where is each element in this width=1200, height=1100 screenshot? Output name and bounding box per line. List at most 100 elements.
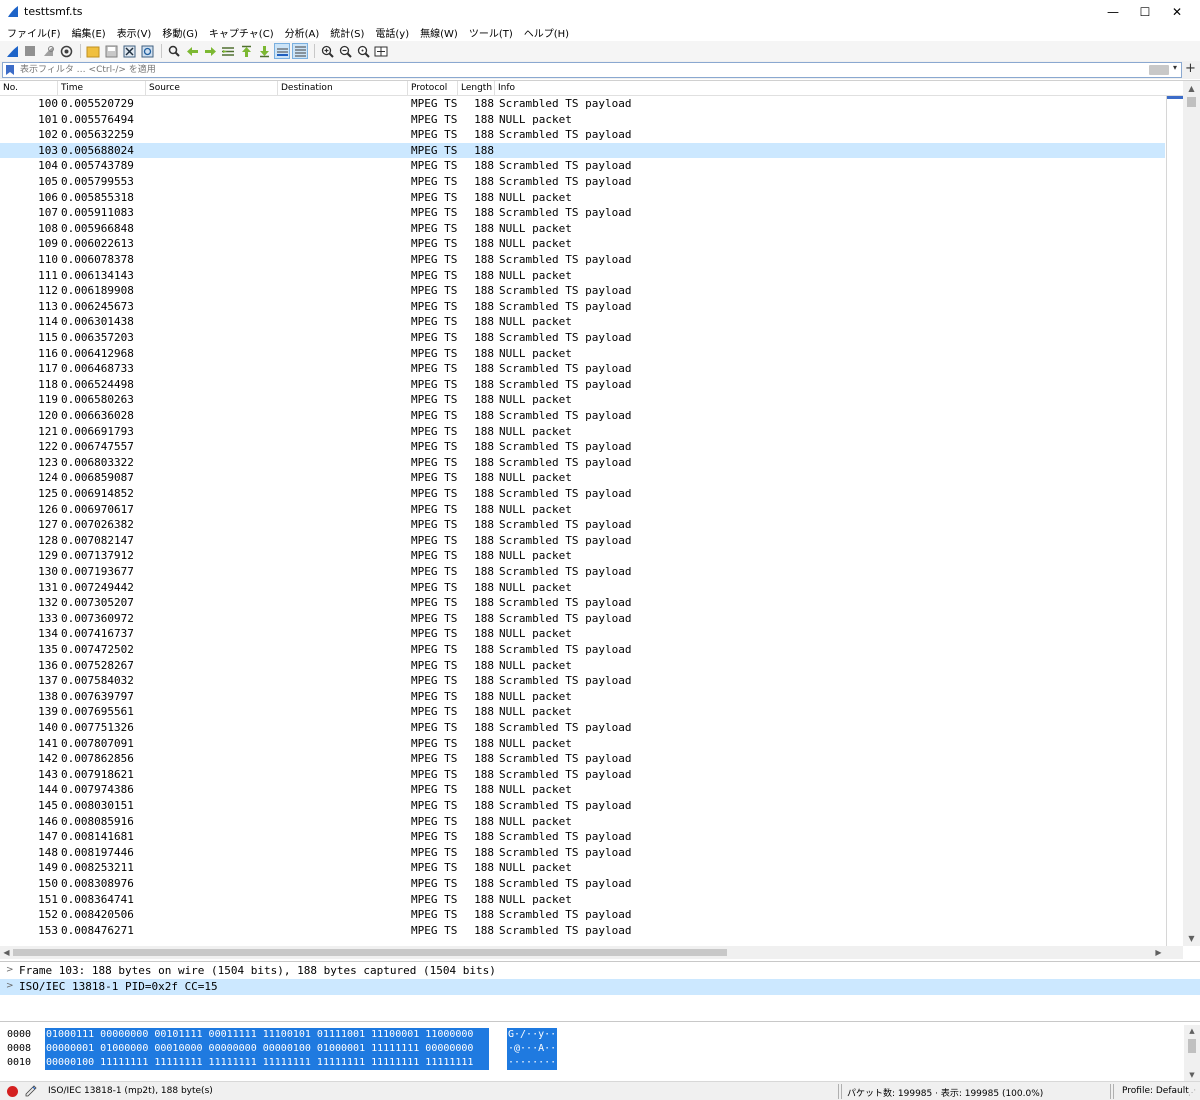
bytes-bits[interactable]: 00000001 01000000 00010000 00000000 0000… bbox=[45, 1042, 489, 1056]
packet-row[interactable]: 105 0.005799553 MPEG TS 188 Scrambled TS pay… bbox=[0, 174, 1165, 190]
status-profile[interactable]: Profile: Default bbox=[1122, 1086, 1189, 1096]
auto-scroll-icon[interactable] bbox=[274, 43, 290, 59]
packet-row[interactable]: 104 0.005743789 MPEG TS 188 Scrambled TS pay… bbox=[0, 158, 1165, 174]
last-packet-icon[interactable] bbox=[256, 43, 272, 59]
packet-row[interactable]: 153 0.008476271 MPEG TS 188 Scrambled TS pay… bbox=[0, 923, 1165, 939]
display-filter-input[interactable] bbox=[20, 64, 1140, 76]
horizontal-scroll-thumb[interactable] bbox=[13, 949, 727, 956]
scroll-down-icon[interactable]: ▼ bbox=[1183, 931, 1200, 946]
scroll-left-icon[interactable]: ◀ bbox=[0, 946, 13, 959]
menu-edit[interactable]: 編集(E) bbox=[68, 25, 110, 40]
packet-row[interactable]: 120 0.006636028 MPEG TS 188 Scrambled TS pay… bbox=[0, 408, 1165, 424]
first-packet-icon[interactable] bbox=[238, 43, 254, 59]
packet-row[interactable]: 145 0.008030151 MPEG TS 188 Scrambled TS pay… bbox=[0, 798, 1165, 814]
packet-row[interactable]: 113 0.006245673 MPEG TS 188 Scrambled TS pay… bbox=[0, 299, 1165, 315]
packet-row[interactable]: 149 0.008253211 MPEG TS 188 NULL packet bbox=[0, 860, 1165, 876]
packet-row[interactable]: 115 0.006357203 MPEG TS 188 Scrambled TS pay… bbox=[0, 330, 1165, 346]
packet-row[interactable]: 103 0.005688024 MPEG TS 188 bbox=[0, 142, 1165, 159]
zoom-in-icon[interactable] bbox=[319, 43, 335, 59]
detail-row-frame[interactable]: > Frame 103: 188 bytes on wire (1504 bit… bbox=[0, 963, 1200, 979]
packet-row[interactable]: 131 0.007249442 MPEG TS 188 NULL packet bbox=[0, 580, 1165, 596]
packet-row[interactable]: 100 0.005520729 MPEG TS 188 Scrambled TS pay… bbox=[0, 96, 1165, 112]
bytes-bits[interactable]: 01000111 00000000 00101111 00011111 1110… bbox=[45, 1028, 489, 1042]
bytes-vertical-scrollbar[interactable]: ▲ ▼ bbox=[1184, 1025, 1200, 1081]
bytes-row[interactable]: 0010 00000100 11111111 11111111 11111111… bbox=[0, 1056, 1184, 1070]
menu-statistics[interactable]: 統計(S) bbox=[326, 25, 368, 40]
capture-status-icon[interactable] bbox=[7, 1086, 18, 1097]
find-icon[interactable] bbox=[166, 43, 182, 59]
packet-row[interactable]: 126 0.006970617 MPEG TS 188 NULL packet bbox=[0, 502, 1165, 518]
scroll-down-icon[interactable]: ▼ bbox=[1184, 1069, 1200, 1081]
packet-row[interactable]: 121 0.006691793 MPEG TS 188 NULL packet bbox=[0, 424, 1165, 440]
detail-row-mpeg-ts[interactable]: > ISO/IEC 13818-1 PID=0x2f CC=15 bbox=[0, 979, 1200, 995]
vertical-scroll-thumb[interactable] bbox=[1187, 97, 1196, 107]
packet-row[interactable]: 138 0.007639797 MPEG TS 188 NULL packet bbox=[0, 689, 1165, 705]
packet-row[interactable]: 102 0.005632259 MPEG TS 188 Scrambled TS pay… bbox=[0, 127, 1165, 143]
menu-go[interactable]: 移動(G) bbox=[158, 25, 202, 40]
open-folder-icon[interactable] bbox=[85, 43, 101, 59]
zoom-out-icon[interactable] bbox=[337, 43, 353, 59]
column-header-source[interactable]: Source bbox=[146, 81, 278, 96]
shark-fin-start-icon[interactable] bbox=[4, 43, 20, 59]
menu-file[interactable]: ファイル(F) bbox=[3, 25, 65, 40]
menu-view[interactable]: 表示(V) bbox=[113, 25, 156, 40]
packet-row[interactable]: 101 0.005576494 MPEG TS 188 NULL packet bbox=[0, 112, 1165, 128]
packet-minimap[interactable] bbox=[1166, 96, 1184, 946]
packet-row[interactable]: 135 0.007472502 MPEG TS 188 Scrambled TS pay… bbox=[0, 642, 1165, 658]
packet-row[interactable]: 119 0.006580263 MPEG TS 188 NULL packet bbox=[0, 392, 1165, 408]
menu-tools[interactable]: ツール(T) bbox=[465, 25, 517, 40]
packet-row[interactable]: 111 0.006134143 MPEG TS 188 NULL packet bbox=[0, 268, 1165, 284]
packet-row[interactable]: 130 0.007193677 MPEG TS 188 Scrambled TS pay… bbox=[0, 564, 1165, 580]
bytes-bits[interactable]: 00000100 11111111 11111111 11111111 1111… bbox=[45, 1056, 489, 1070]
close-button[interactable]: ✕ bbox=[1154, 0, 1200, 24]
column-header-destination[interactable]: Destination bbox=[278, 81, 408, 96]
expand-chevron-icon[interactable]: > bbox=[6, 979, 14, 995]
column-header-time[interactable]: Time bbox=[58, 81, 146, 96]
packet-row[interactable]: 122 0.006747557 MPEG TS 188 Scrambled TS pay… bbox=[0, 439, 1165, 455]
packet-row[interactable]: 137 0.007584032 MPEG TS 188 Scrambled TS pay… bbox=[0, 673, 1165, 689]
packet-row[interactable]: 125 0.006914852 MPEG TS 188 Scrambled TS pay… bbox=[0, 486, 1165, 502]
back-arrow-icon[interactable] bbox=[184, 43, 200, 59]
packet-row[interactable]: 146 0.008085916 MPEG TS 188 NULL packet bbox=[0, 814, 1165, 830]
packet-row[interactable]: 107 0.005911083 MPEG TS 188 Scrambled TS pay… bbox=[0, 205, 1165, 221]
bytes-row[interactable]: 0000 01000111 00000000 00101111 00011111… bbox=[0, 1028, 1184, 1042]
packet-row[interactable]: 143 0.007918621 MPEG TS 188 Scrambled TS pay… bbox=[0, 767, 1165, 783]
bytes-row[interactable]: 0008 00000001 01000000 00010000 00000000… bbox=[0, 1042, 1184, 1056]
packet-row[interactable]: 140 0.007751326 MPEG TS 188 Scrambled TS pay… bbox=[0, 720, 1165, 736]
packet-row[interactable]: 123 0.006803322 MPEG TS 188 Scrambled TS pay… bbox=[0, 455, 1165, 471]
menu-wireless[interactable]: 無線(W) bbox=[416, 25, 462, 40]
apply-filter-arrow-icon[interactable] bbox=[1149, 65, 1169, 75]
packet-row[interactable]: 139 0.007695561 MPEG TS 188 NULL packet bbox=[0, 704, 1165, 720]
reload-icon[interactable] bbox=[139, 43, 155, 59]
packet-row[interactable]: 109 0.006022613 MPEG TS 188 NULL packet bbox=[0, 236, 1165, 252]
zoom-normal-icon[interactable] bbox=[355, 43, 371, 59]
menu-help[interactable]: ヘルプ(H) bbox=[520, 25, 573, 40]
column-header-no[interactable]: No. bbox=[0, 81, 58, 96]
packet-list-horizontal-scrollbar[interactable]: ◀ ▶ bbox=[0, 946, 1183, 959]
packet-row[interactable]: 124 0.006859087 MPEG TS 188 NULL packet bbox=[0, 470, 1165, 486]
packet-row[interactable]: 147 0.008141681 MPEG TS 188 Scrambled TS pay… bbox=[0, 829, 1165, 845]
go-to-packet-icon[interactable] bbox=[220, 43, 236, 59]
column-header-protocol[interactable]: Protocol bbox=[408, 81, 458, 96]
packet-row[interactable]: 116 0.006412968 MPEG TS 188 NULL packet bbox=[0, 346, 1165, 362]
packet-row[interactable]: 108 0.005966848 MPEG TS 188 NULL packet bbox=[0, 221, 1165, 237]
menu-capture[interactable]: キャプチャ(C) bbox=[205, 25, 278, 40]
colorize-icon[interactable] bbox=[292, 43, 308, 59]
filter-history-dropdown[interactable]: ▾ bbox=[1173, 63, 1177, 72]
stop-icon[interactable] bbox=[22, 43, 38, 59]
bookmark-icon[interactable] bbox=[6, 65, 14, 75]
packet-row[interactable]: 106 0.005855318 MPEG TS 188 NULL packet bbox=[0, 190, 1165, 206]
packet-row[interactable]: 134 0.007416737 MPEG TS 188 NULL packet bbox=[0, 626, 1165, 642]
bytes-ascii[interactable]: G·/··y·· bbox=[507, 1028, 557, 1042]
save-icon[interactable] bbox=[103, 43, 119, 59]
packet-row[interactable]: 127 0.007026382 MPEG TS 188 Scrambled TS pay… bbox=[0, 517, 1165, 533]
resize-columns-icon[interactable] bbox=[373, 43, 389, 59]
bytes-scroll-thumb[interactable] bbox=[1188, 1039, 1196, 1053]
menu-telephony[interactable]: 電話(y) bbox=[371, 25, 413, 40]
scroll-up-icon[interactable]: ▲ bbox=[1183, 81, 1200, 96]
packet-row[interactable]: 152 0.008420506 MPEG TS 188 Scrambled TS pay… bbox=[0, 907, 1165, 923]
column-header-length[interactable]: Length bbox=[458, 81, 495, 96]
edit-comment-icon[interactable] bbox=[25, 1085, 37, 1097]
packet-row[interactable]: 117 0.006468733 MPEG TS 188 Scrambled TS pay… bbox=[0, 361, 1165, 377]
scroll-right-icon[interactable]: ▶ bbox=[1152, 946, 1165, 959]
